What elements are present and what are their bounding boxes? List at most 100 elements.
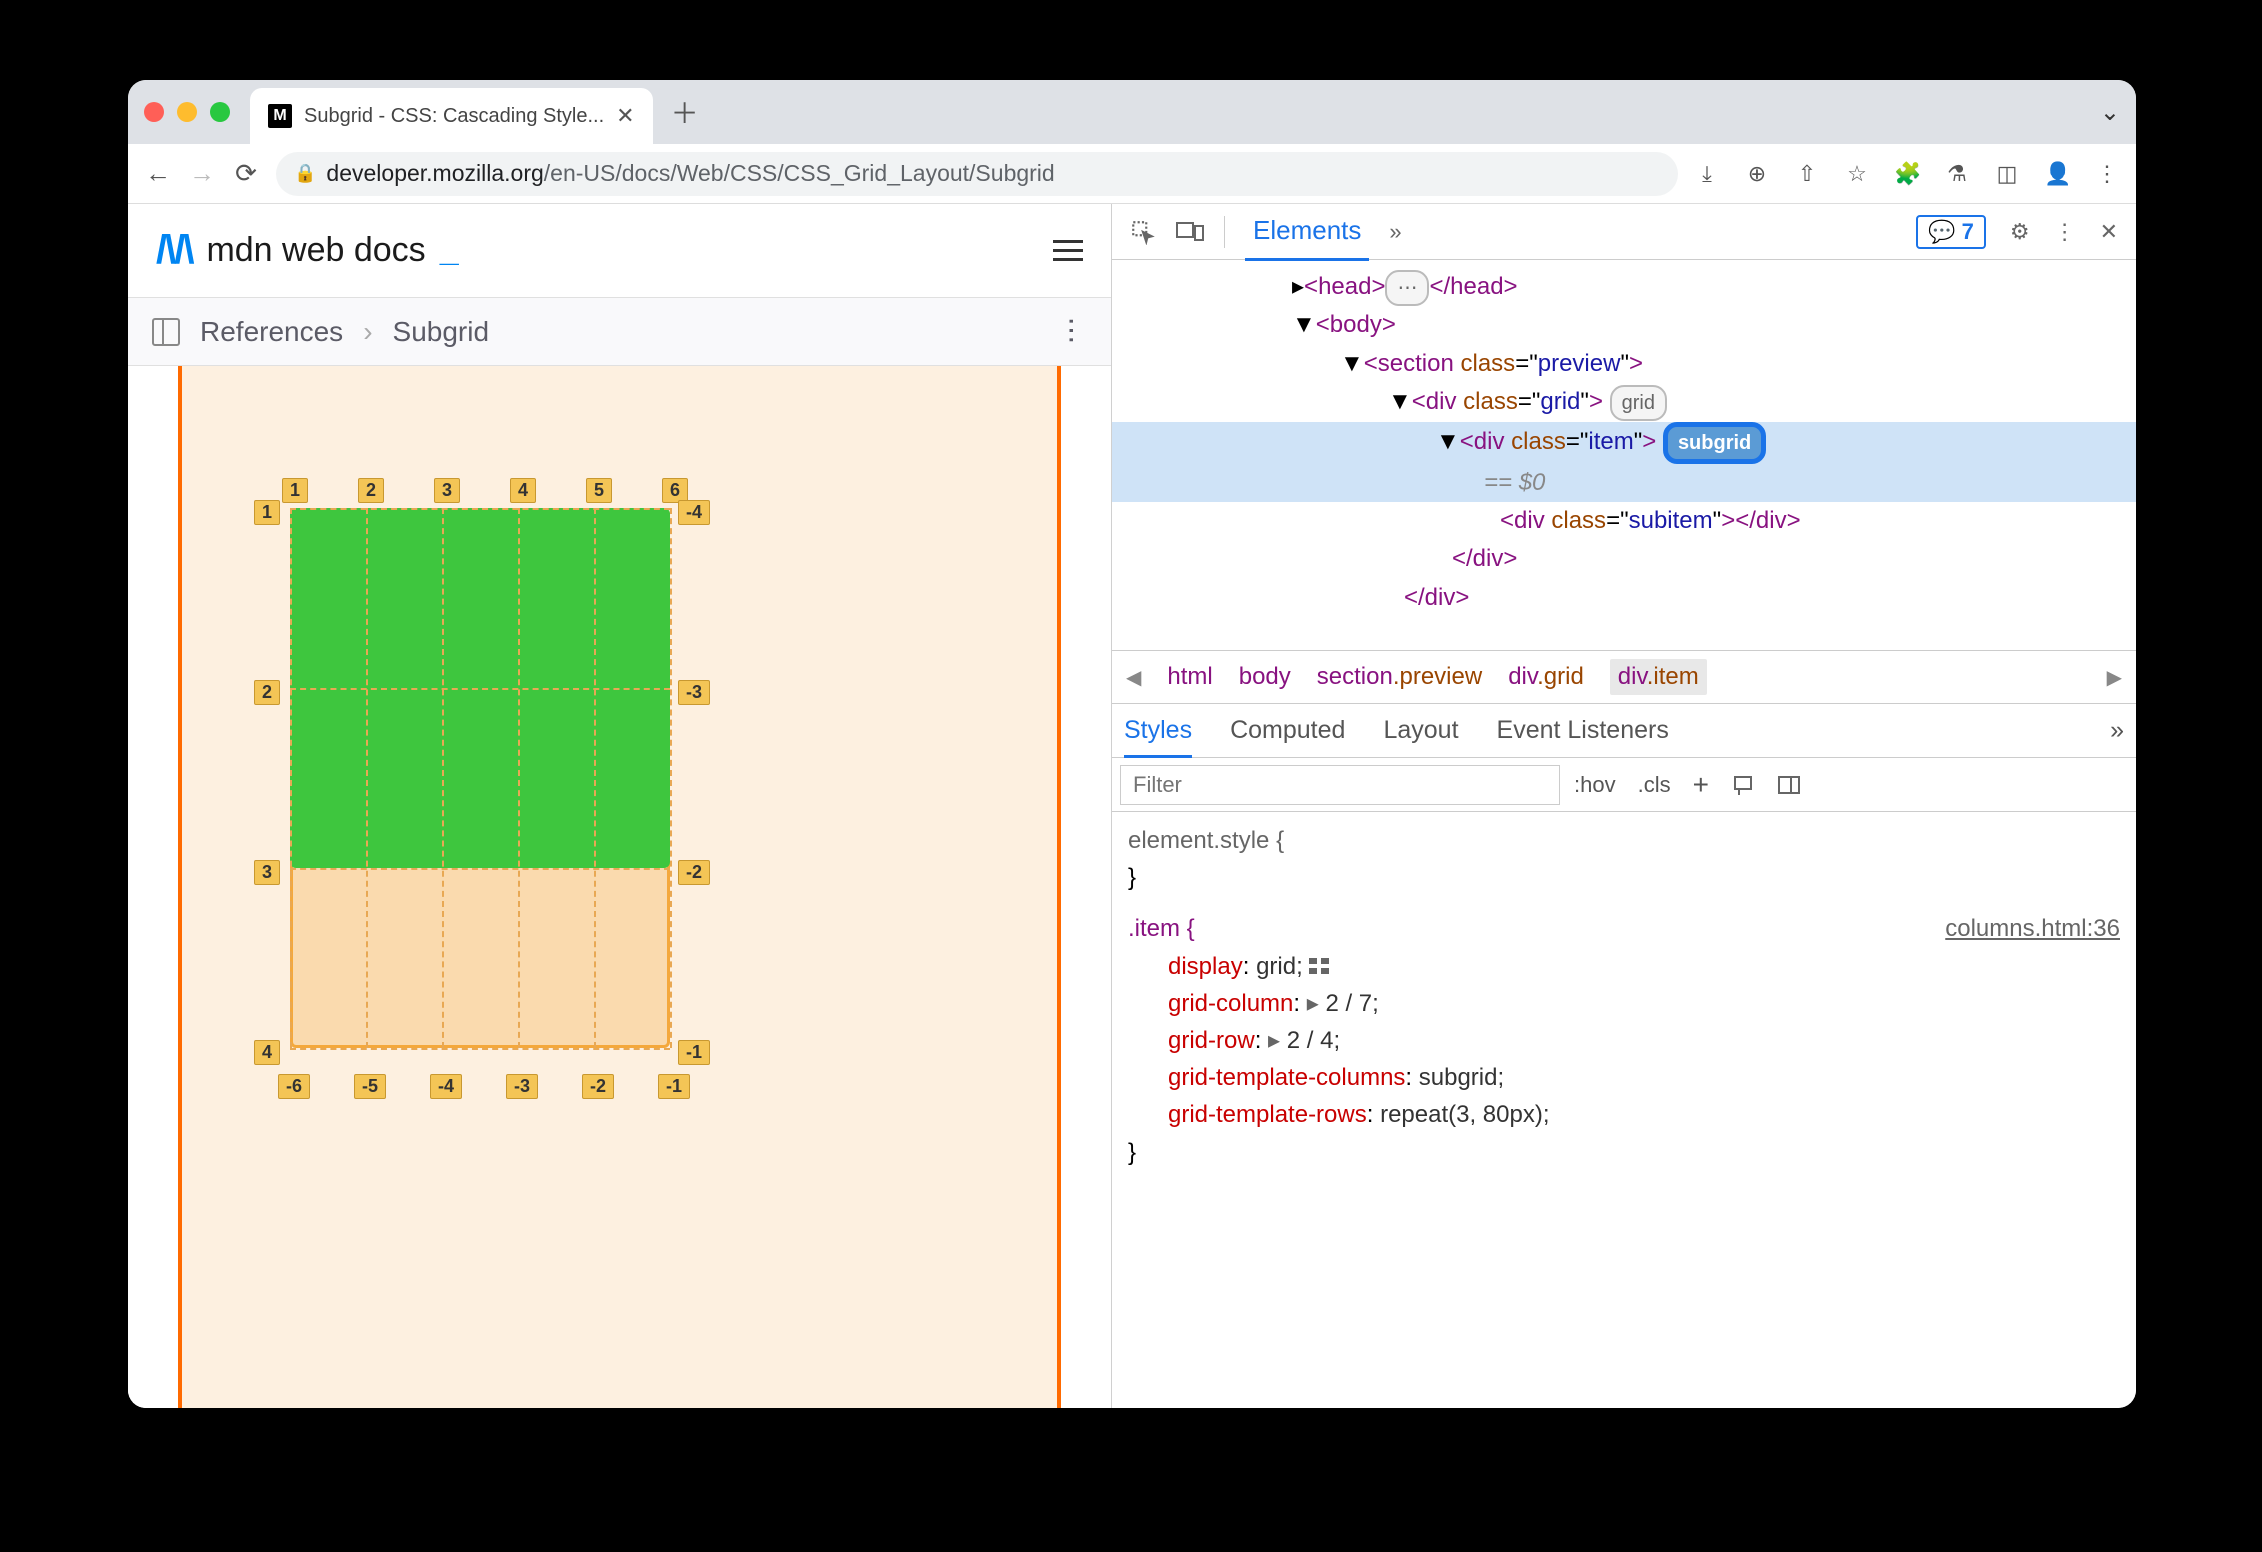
crumb-section[interactable]: section.preview [1317, 663, 1482, 691]
lock-icon: 🔒 [294, 163, 316, 184]
minimize-window-button[interactable] [177, 102, 197, 122]
grid-label: -3 [506, 1074, 538, 1099]
issues-count: 7 [1962, 219, 1974, 245]
grid-label: -2 [582, 1074, 614, 1099]
devtools-pane: Elements » 💬 7 ⚙ ⋮ ✕ ▸<head>⋯</head> ▼<b… [1112, 204, 2136, 1408]
device-toggle-icon[interactable] [1176, 219, 1204, 245]
cls-toggle[interactable]: .cls [1638, 772, 1671, 798]
grid-label: 2 [254, 680, 280, 705]
grid-label: -3 [678, 680, 710, 705]
breadcrumb-current: Subgrid [393, 316, 490, 348]
styles-tab-listeners[interactable]: Event Listeners [1497, 716, 1669, 745]
devtools-close-icon[interactable]: ✕ [2100, 219, 2118, 245]
split-view-icon[interactable] [1777, 773, 1801, 797]
page-pane: /\/\ mdn web docs _ References › Subgrid… [128, 204, 1112, 1408]
breadcrumb-link[interactable]: References [200, 316, 343, 348]
devtools-toolbar: Elements » 💬 7 ⚙ ⋮ ✕ [1112, 204, 2136, 260]
grid-label: 3 [254, 860, 280, 885]
sidebar-toggle-icon[interactable] [152, 318, 180, 346]
address-bar: ← → ⟳ 🔒 developer.mozilla.org/en-US/docs… [128, 144, 2136, 204]
bookmark-icon[interactable]: ☆ [1844, 161, 1870, 187]
crumb-div-item[interactable]: div.item [1610, 659, 1707, 695]
rule-source-link[interactable]: columns.html:36 [1945, 910, 2120, 947]
profile-icon[interactable]: 👤 [2044, 161, 2070, 187]
share-icon[interactable]: ⇧ [1794, 161, 1820, 187]
grid-label: 1 [254, 500, 280, 525]
forward-button[interactable]: → [188, 160, 216, 188]
back-button[interactable]: ← [144, 160, 172, 188]
more-tabs-icon[interactable]: » [1389, 219, 1401, 245]
grid-badge[interactable]: grid [1610, 385, 1667, 421]
grid-label: -5 [354, 1074, 386, 1099]
labs-icon[interactable]: ⚗ [1944, 161, 1970, 187]
grid-label: -4 [678, 500, 710, 525]
url-text: developer.mozilla.org/en-US/docs/Web/CSS… [326, 160, 1054, 187]
browser-tab[interactable]: M Subgrid - CSS: Cascading Style... ✕ [250, 88, 653, 144]
styles-tab-computed[interactable]: Computed [1230, 716, 1345, 745]
extensions-icon[interactable]: 🧩 [1894, 161, 1920, 187]
crumb-left-arrow-icon[interactable]: ◀ [1126, 665, 1141, 690]
mdn-logo-mark: /\/\ [156, 228, 192, 273]
close-window-button[interactable] [144, 102, 164, 122]
hov-toggle[interactable]: :hov [1574, 772, 1616, 798]
new-tab-button[interactable]: ＋ [671, 92, 699, 132]
crumb-right-arrow-icon[interactable]: ▶ [2107, 665, 2122, 690]
mdn-caret: _ [440, 231, 459, 270]
url-input[interactable]: 🔒 developer.mozilla.org/en-US/docs/Web/C… [276, 152, 1678, 196]
grid-label: -6 [278, 1074, 310, 1099]
grid-label: -4 [430, 1074, 462, 1099]
styles-filter-bar: :hov .cls + [1112, 758, 2136, 812]
new-rule-button[interactable]: + [1693, 769, 1709, 801]
styles-tab-styles[interactable]: Styles [1124, 716, 1192, 758]
toolbar-icons: ⤓ ⊕ ⇧ ☆ 🧩 ⚗ ◫ 👤 ⋮ [1694, 161, 2120, 187]
browser-window: M Subgrid - CSS: Cascading Style... ✕ ＋ … [128, 80, 2136, 1408]
dom-tree[interactable]: ▸<head>⋯</head> ▼<body> ▼<section class=… [1112, 260, 2136, 650]
more-menu-button[interactable]: ⋯ [1056, 317, 1089, 347]
styles-tabs: Styles Computed Layout Event Listeners » [1112, 704, 2136, 758]
mdn-logo[interactable]: /\/\ mdn web docs _ [156, 228, 459, 273]
grid-label: -1 [658, 1074, 690, 1099]
grid-icon[interactable] [1309, 958, 1331, 976]
grid-label: -2 [678, 860, 710, 885]
dom-selected-line[interactable]: ▼<div class="item"> subgrid [1112, 422, 2136, 464]
tab-title: Subgrid - CSS: Cascading Style... [304, 105, 604, 128]
dom-breadcrumbs[interactable]: ◀ html body section.preview div.grid div… [1112, 650, 2136, 704]
settings-gear-icon[interactable]: ⚙ [2010, 219, 2030, 245]
crumb-div-grid[interactable]: div.grid [1508, 663, 1584, 691]
sidepanel-icon[interactable]: ◫ [1994, 161, 2020, 187]
issues-badge[interactable]: 💬 7 [1916, 215, 1986, 249]
reload-button[interactable]: ⟳ [232, 160, 260, 188]
devtools-menu-icon[interactable]: ⋮ [2054, 219, 2076, 245]
styles-filter-input[interactable] [1120, 765, 1560, 805]
grid-label: 5 [586, 478, 612, 503]
styles-rules[interactable]: element.style { } .item { columns.html:3… [1112, 812, 2136, 1408]
zoom-icon[interactable]: ⊕ [1744, 161, 1770, 187]
subgrid-badge[interactable]: subgrid [1663, 422, 1766, 464]
maximize-window-button[interactable] [210, 102, 230, 122]
traffic-lights [144, 102, 230, 122]
install-icon[interactable]: ⤓ [1694, 161, 1720, 187]
crumb-body[interactable]: body [1239, 663, 1291, 691]
mdn-logo-text: mdn web docs [206, 231, 425, 270]
inspect-element-icon[interactable] [1130, 219, 1156, 245]
menu-icon[interactable]: ⋮ [2094, 161, 2120, 187]
message-icon: 💬 [1928, 219, 1955, 245]
titlebar: M Subgrid - CSS: Cascading Style... ✕ ＋ … [128, 80, 2136, 144]
grid-label: 1 [282, 478, 308, 503]
mdn-header: /\/\ mdn web docs _ [128, 204, 1111, 298]
styles-tab-layout[interactable]: Layout [1383, 716, 1458, 745]
grid-label: 4 [254, 1040, 280, 1065]
more-tabs-icon[interactable]: » [2110, 716, 2124, 745]
breadcrumb: References › Subgrid ⋯ [128, 298, 1111, 366]
paint-flash-icon[interactable] [1731, 773, 1755, 797]
grid-preview: 1 2 3 4 5 6 1 2 3 4 -4 -3 -2 -1 [128, 366, 1111, 1408]
grid-label: 2 [358, 478, 384, 503]
tab-close-button[interactable]: ✕ [616, 103, 634, 129]
crumb-html[interactable]: html [1167, 663, 1212, 691]
devtools-tab-elements[interactable]: Elements [1245, 203, 1369, 261]
grid-label: 3 [434, 478, 460, 503]
tab-list-button[interactable]: ⌄ [2100, 98, 2120, 127]
favicon-icon: M [268, 104, 292, 128]
content-area: /\/\ mdn web docs _ References › Subgrid… [128, 204, 2136, 1408]
hamburger-menu-button[interactable] [1053, 240, 1083, 261]
